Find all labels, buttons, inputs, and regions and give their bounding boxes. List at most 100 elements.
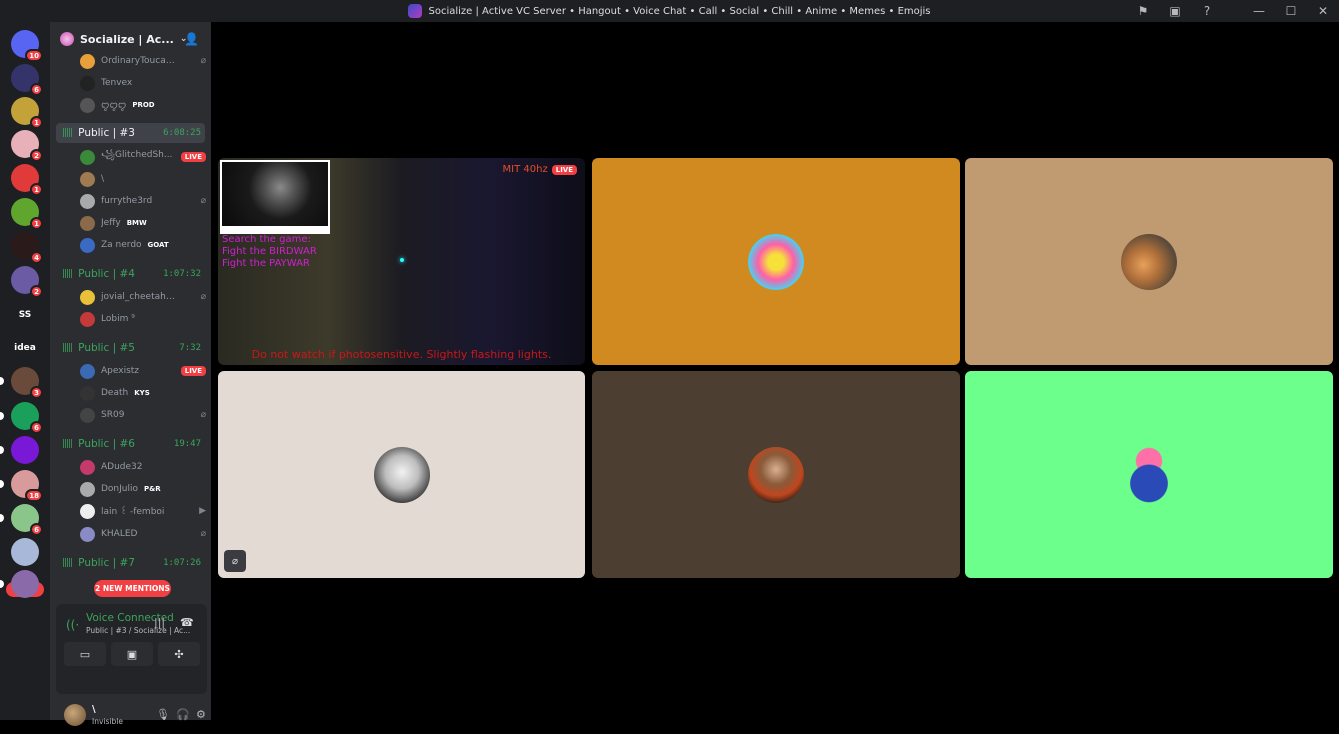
flag-icon[interactable]: ⚑ <box>1127 0 1159 22</box>
maximize-button[interactable]: ☐ <box>1275 0 1307 22</box>
guild-portrait[interactable]: 3 <box>0 367 43 399</box>
gear-icon[interactable]: ⚙ <box>196 708 206 721</box>
guild-green-p[interactable]: 6 <box>0 402 43 434</box>
avatar <box>80 53 95 69</box>
avatar[interactable] <box>64 704 86 726</box>
new-mentions-badge[interactable]: 2 NEW MENTIONS <box>94 580 171 597</box>
user-name: jovial_cheetah_1... <box>101 292 179 302</box>
avatar <box>80 171 95 187</box>
guild-bottom[interactable] <box>0 570 39 598</box>
video-icon: ▶ <box>199 506 206 516</box>
avatar <box>80 385 95 401</box>
guild-red[interactable]: 1 <box>11 164 43 196</box>
inbox-icon[interactable]: ▣ <box>1159 0 1191 22</box>
help-icon[interactable]: ? <box>1191 0 1223 22</box>
avatar <box>80 193 95 209</box>
voice-user[interactable]: Apexistz LIVE <box>80 362 206 380</box>
guild-ss[interactable]: SS <box>11 301 39 329</box>
voice-user[interactable]: ADude32 <box>80 458 206 476</box>
voice-channel-icon: ||||| <box>62 269 73 279</box>
guild-anime-2[interactable]: 2 <box>11 130 43 162</box>
guild-purple[interactable]: 2 <box>11 266 43 298</box>
guild-cat[interactable] <box>11 538 39 566</box>
voice-user[interactable]: lain ꒰ -femboi ▶ <box>80 502 206 520</box>
add-member-icon[interactable]: 👤 <box>184 32 199 46</box>
voice-user[interactable]: jovial_cheetah_1... ⌀ <box>80 288 206 306</box>
tile-brown[interactable] <box>592 371 960 578</box>
avatar <box>80 311 95 327</box>
unread-badge: 2 <box>30 149 43 162</box>
voice-status-panel: ((· Voice Connected Public | #3 / Social… <box>56 604 207 694</box>
user-name: Apexistz <box>101 366 140 376</box>
disconnect-icon[interactable]: ☎ <box>180 616 194 629</box>
avatar <box>80 75 95 91</box>
user-name: Za nerdo <box>101 240 142 250</box>
unread-badge: 6 <box>30 523 43 536</box>
headphones-icon[interactable]: 🎧 <box>176 708 190 721</box>
voice-channel[interactable]: ||||| Public | #7 1:07:26 <box>56 553 205 573</box>
user-name: ADude32 <box>101 462 143 472</box>
voice-user[interactable]: DonJulio P&R <box>80 480 206 498</box>
screen-share-button[interactable]: ▣ <box>111 642 153 666</box>
voice-user[interactable]: Jeffy BMW <box>80 214 206 232</box>
unread-indicator <box>0 446 4 454</box>
voice-user[interactable]: KHALED ⌀ <box>80 525 206 543</box>
user-name: KHALED <box>101 529 138 539</box>
voice-channel[interactable]: ||||| Public | #5 7:32 <box>56 338 205 358</box>
guild-dark[interactable]: 4 <box>11 232 43 264</box>
voice-user[interactable]: ꨄꨄꨄ PROD <box>80 96 206 114</box>
camera-off-button[interactable]: ▭ <box>64 642 106 666</box>
unread-badge: 2 <box>30 285 43 298</box>
voice-channel[interactable]: ||||| Public | #6 19:47 <box>56 434 205 454</box>
voice-user[interactable]: Death KYS <box>80 384 206 402</box>
guild-frog[interactable]: 1 <box>11 198 43 230</box>
user-status: Invisible <box>92 717 123 726</box>
avatar <box>80 215 95 231</box>
voice-user[interactable]: Tenvex <box>80 74 206 92</box>
voice-user[interactable]: OrdinaryToucan3... ⌀ <box>80 52 206 70</box>
voice-user[interactable]: furrythe3rd ⌀ <box>80 192 206 210</box>
guild-violet[interactable] <box>0 436 39 464</box>
guild-socialize[interactable]: 6 <box>11 64 43 96</box>
direct-messages[interactable]: 10 <box>11 30 43 62</box>
avatar <box>80 363 95 379</box>
voice-user[interactable]: SR09 ⌀ <box>80 406 206 424</box>
microphone-icon[interactable]: 🎙 <box>156 708 170 721</box>
mic-off-icon: ⌀ <box>200 292 206 302</box>
tile-orange[interactable] <box>592 158 960 365</box>
minimize-button[interactable]: — <box>1243 0 1275 22</box>
voice-user[interactable]: Za nerdo GOAT <box>80 236 206 254</box>
stream-tile[interactable]: Search the game: Fight the BIRDWAR Fight… <box>218 158 585 365</box>
user-tag: P&R <box>144 485 161 493</box>
voice-location[interactable]: Public | #3 / Socialize | Ac... <box>86 626 190 635</box>
guild-green-girl[interactable]: 6 <box>0 504 43 536</box>
user-name: DonJulio <box>101 484 139 494</box>
voice-user[interactable]: ꧁GlitchedSh... LIVE <box>80 148 206 166</box>
server-header[interactable]: Socialize | Ac... ⌄ 👤 <box>50 22 211 56</box>
activities-button[interactable]: ✣ <box>158 642 200 666</box>
tile-light[interactable]: ⌀ <box>218 371 585 578</box>
user-tag: GOAT <box>147 241 169 249</box>
guild-text-logo[interactable]: idea <box>11 334 39 362</box>
channel-name: Public | #7 <box>78 557 135 569</box>
mic-off-icon[interactable]: ⌀ <box>224 550 246 572</box>
guild-anime-1[interactable]: 1 <box>11 97 43 129</box>
noise-suppression-icon[interactable]: ||| <box>154 616 165 629</box>
stream-label: MIT 40hz LIVE <box>503 164 577 175</box>
avatar <box>80 237 95 253</box>
voice-user[interactable]: Lobim ⁹ <box>80 310 206 328</box>
voice-channel-icon: ||||| <box>62 343 73 353</box>
unread-badge: 1 <box>30 183 43 196</box>
channel-name: Public | #3 <box>78 127 135 139</box>
voice-channel[interactable]: ||||| Public | #4 1:07:32 <box>56 264 205 284</box>
voice-channel[interactable]: ||||| Public | #3 6:08:25 <box>56 123 205 143</box>
avatar <box>80 481 95 497</box>
voice-user[interactable]: \ <box>80 170 206 188</box>
channel-timer: 7:32 <box>179 343 201 353</box>
close-button[interactable]: ✕ <box>1307 0 1339 22</box>
tile-green[interactable] <box>965 371 1333 578</box>
voice-stage: Search the game: Fight the BIRDWAR Fight… <box>211 22 1339 720</box>
avatar <box>748 446 804 503</box>
tile-tan[interactable] <box>965 158 1333 365</box>
guild-pink[interactable]: 18 <box>0 470 43 502</box>
